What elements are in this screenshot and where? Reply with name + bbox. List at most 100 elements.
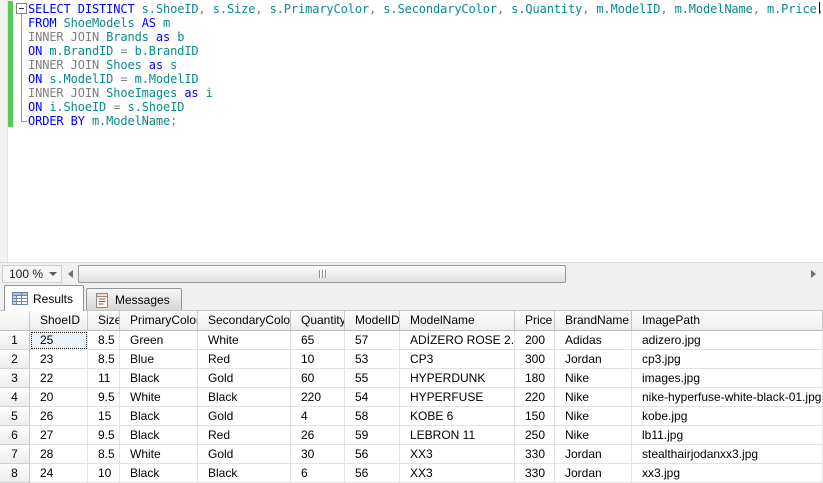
grid-cell[interactable]: KOBE 6 [400,407,515,426]
grid-cell[interactable]: Black [120,464,198,483]
grid-cell[interactable]: Nike [555,407,632,426]
grid-cell[interactable]: Red [198,426,291,445]
column-header-brandname[interactable]: BrandName [555,311,632,331]
column-header-shoeid[interactable]: ShoeID [30,311,88,331]
grid-cell[interactable]: Nike [555,426,632,445]
grid-cell[interactable]: Jordan [555,350,632,369]
grid-cell[interactable]: 23 [30,350,88,369]
grid-cell[interactable]: 26 [291,426,345,445]
grid-cell[interactable]: XX3 [400,445,515,464]
grid-cell[interactable]: 24 [30,464,88,483]
grid-cell[interactable]: Blue [120,350,198,369]
sql-editor[interactable]: SELECT DISTINCT s.ShoeID, s.Size, s.Prim… [0,0,823,262]
tab-messages[interactable]: Messages [86,288,182,311]
grid-cell[interactable]: kobe.jpg [632,407,823,426]
grid-cell[interactable]: 53 [345,350,400,369]
grid-cell[interactable]: 59 [345,426,400,445]
grid-cell[interactable]: 220 [515,388,555,407]
horizontal-scrollbar-track[interactable] [78,265,806,283]
grid-cell[interactable]: Green [120,331,198,350]
grid-cell[interactable]: HYPERFUSE [400,388,515,407]
grid-cell[interactable]: Gold [198,369,291,388]
grid-cell[interactable]: XX3 [400,464,515,483]
grid-cell[interactable]: 22 [30,369,88,388]
grid-cell[interactable]: lb11.jpg [632,426,823,445]
grid-cell[interactable]: 27 [30,426,88,445]
grid-cell[interactable]: White [120,388,198,407]
grid-cell[interactable]: stealthairjodanxx3.jpg [632,445,823,464]
zoom-level-select[interactable]: 100 % [2,265,62,283]
horizontal-scrollbar-thumb[interactable] [78,265,566,283]
grid-cell[interactable]: Red [198,350,291,369]
grid-cell[interactable]: Jordan [555,464,632,483]
grid-cell[interactable]: cp3.jpg [632,350,823,369]
row-header[interactable]: 6 [0,426,30,445]
grid-cell[interactable]: 54 [345,388,400,407]
grid-cell[interactable]: Adidas [555,331,632,350]
grid-cell[interactable]: 56 [345,464,400,483]
grid-cell[interactable]: White [120,445,198,464]
grid-cell[interactable]: Gold [198,445,291,464]
scroll-right-button[interactable] [807,266,820,282]
grid-cell[interactable]: 200 [515,331,555,350]
grid-cell[interactable]: Black [198,464,291,483]
row-header[interactable]: 4 [0,388,30,407]
grid-cell[interactable]: 10 [291,350,345,369]
grid-cell[interactable]: LEBRON 11 [400,426,515,445]
grid-cell[interactable]: 57 [345,331,400,350]
grid-cell[interactable]: 55 [345,369,400,388]
grid-cell[interactable]: 28 [30,445,88,464]
grid-cell[interactable]: 10 [88,464,120,483]
grid-cell[interactable]: nike-hyperfuse-white-black-01.jpg [632,388,823,407]
grid-cell[interactable]: 6 [291,464,345,483]
grid-cell[interactable]: ADİZERO ROSE 2.5 [400,331,515,350]
scroll-left-button[interactable] [64,266,77,282]
column-header-primarycolor[interactable]: PrimaryColor [120,311,198,331]
row-header[interactable]: 2 [0,350,30,369]
grid-cell[interactable]: 330 [515,464,555,483]
grid-cell[interactable]: 58 [345,407,400,426]
grid-cell[interactable]: Black [120,369,198,388]
row-header[interactable]: 5 [0,407,30,426]
row-header[interactable]: 7 [0,445,30,464]
grid-cell[interactable]: 9.5 [88,388,120,407]
row-header[interactable]: 3 [0,369,30,388]
column-header-price[interactable]: Price [515,311,555,331]
grid-cell[interactable]: 26 [30,407,88,426]
grid-cell[interactable]: adizero.jpg [632,331,823,350]
grid-cell[interactable]: 9.5 [88,426,120,445]
grid-cell[interactable]: 4 [291,407,345,426]
grid-cell[interactable]: 8.5 [88,350,120,369]
row-header[interactable]: 8 [0,464,30,483]
grid-cell[interactable]: 30 [291,445,345,464]
grid-cell[interactable]: images.jpg [632,369,823,388]
grid-cell[interactable]: Black [120,407,198,426]
grid-cell[interactable]: 56 [345,445,400,464]
grid-cell[interactable]: 15 [88,407,120,426]
grid-cell[interactable]: Black [198,388,291,407]
column-header-secondarycolor[interactable]: SecondaryColor [198,311,291,331]
column-header-modelid[interactable]: ModelID [345,311,400,331]
grid-cell[interactable]: 60 [291,369,345,388]
grid-cell[interactable]: Nike [555,388,632,407]
grid-cell[interactable]: 330 [515,445,555,464]
tab-results[interactable]: Results [4,285,84,311]
grid-cell[interactable]: Black [120,426,198,445]
grid-cell[interactable]: 250 [515,426,555,445]
grid-cell[interactable]: 150 [515,407,555,426]
grid-cell[interactable]: Jordan [555,445,632,464]
grid-cell[interactable]: 11 [88,369,120,388]
grid-cell[interactable]: 65 [291,331,345,350]
column-header-imagepath[interactable]: ImagePath [632,311,823,331]
grid-corner-header[interactable] [0,311,30,331]
grid-cell[interactable]: 220 [291,388,345,407]
grid-cell[interactable]: 180 [515,369,555,388]
grid-cell[interactable]: Nike [555,369,632,388]
column-header-modelname[interactable]: ModelName [400,311,515,331]
grid-cell[interactable]: 300 [515,350,555,369]
collapse-region-button[interactable] [16,3,27,14]
grid-cell[interactable]: 8.5 [88,445,120,464]
grid-cell[interactable]: White [198,331,291,350]
column-header-quantity[interactable]: Quantity [291,311,345,331]
grid-cell[interactable]: 20 [30,388,88,407]
